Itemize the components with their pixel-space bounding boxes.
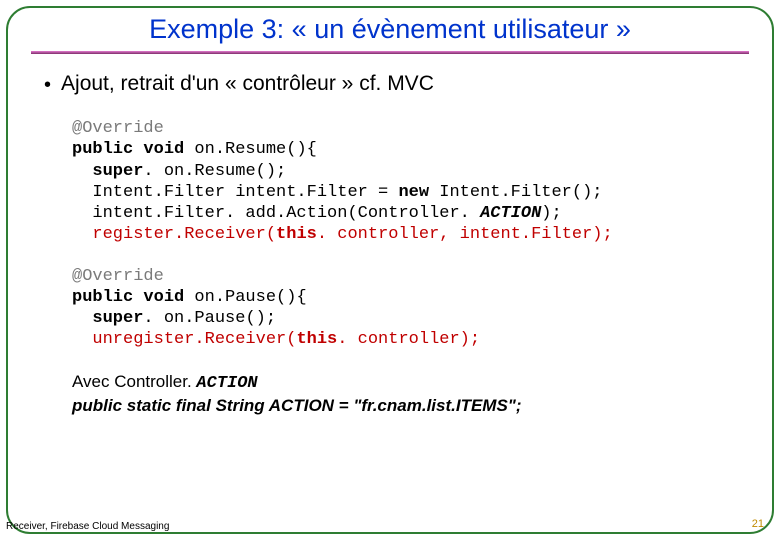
code-text: . on.Resume(); [143, 162, 286, 181]
note-text: Avec Controller. [72, 372, 196, 391]
code-kw: new [398, 183, 439, 202]
note-block: Avec Controller. ACTION public static fi… [72, 371, 736, 419]
bullet-main: • Ajout, retrait d'un « contrôleur » cf.… [44, 72, 736, 96]
content-area: • Ajout, retrait d'un « contrôleur » cf.… [8, 54, 772, 418]
code-kw: public void [72, 288, 194, 307]
page-number: 21 [752, 518, 764, 530]
note-line-2: public static final String ACTION = "fr.… [72, 395, 736, 418]
code-kw: public void [72, 140, 194, 159]
code-block-onpause: @Override public void on.Pause(){ super.… [72, 266, 736, 351]
code-highlight: register.Receiver( [72, 225, 276, 244]
code-highlight: unregister.Receiver( [72, 330, 296, 349]
bullet-dot-icon: • [44, 75, 51, 95]
code-text: Intent.Filter(); [439, 183, 602, 202]
bullet-text: Ajout, retrait d'un « contrôleur » cf. M… [61, 72, 434, 96]
note-const: ACTION [196, 374, 257, 393]
title-wrap: Exemple 3: « un évènement utilisateur » [8, 8, 772, 47]
code-line: @Override [72, 267, 164, 286]
code-text: on.Pause(){ [194, 288, 306, 307]
code-kw: this [276, 225, 317, 244]
note-line-1: Avec Controller. ACTION [72, 371, 736, 396]
code-kw: super [72, 309, 143, 328]
code-text: intent.Filter. add.Action(Controller. [72, 204, 480, 223]
code-block-onresume: @Override public void on.Resume(){ super… [72, 118, 736, 246]
code-text: on.Resume(){ [194, 140, 316, 159]
code-text: ); [541, 204, 561, 223]
code-line: @Override [72, 119, 164, 138]
code-highlight: . controller, intent.Filter); [317, 225, 613, 244]
slide-frame: Exemple 3: « un évènement utilisateur » … [6, 6, 774, 534]
code-highlight: . controller); [337, 330, 480, 349]
spacer [44, 246, 736, 266]
code-text: . on.Pause(); [143, 309, 276, 328]
code-kw: super [72, 162, 143, 181]
code-kw: this [296, 330, 337, 349]
code-text: Intent.Filter intent.Filter = [72, 183, 398, 202]
footer-text: Receiver, Firebase Cloud Messaging [6, 521, 169, 532]
code-const: ACTION [480, 204, 541, 223]
slide-title: Exemple 3: « un évènement utilisateur » [149, 14, 631, 45]
